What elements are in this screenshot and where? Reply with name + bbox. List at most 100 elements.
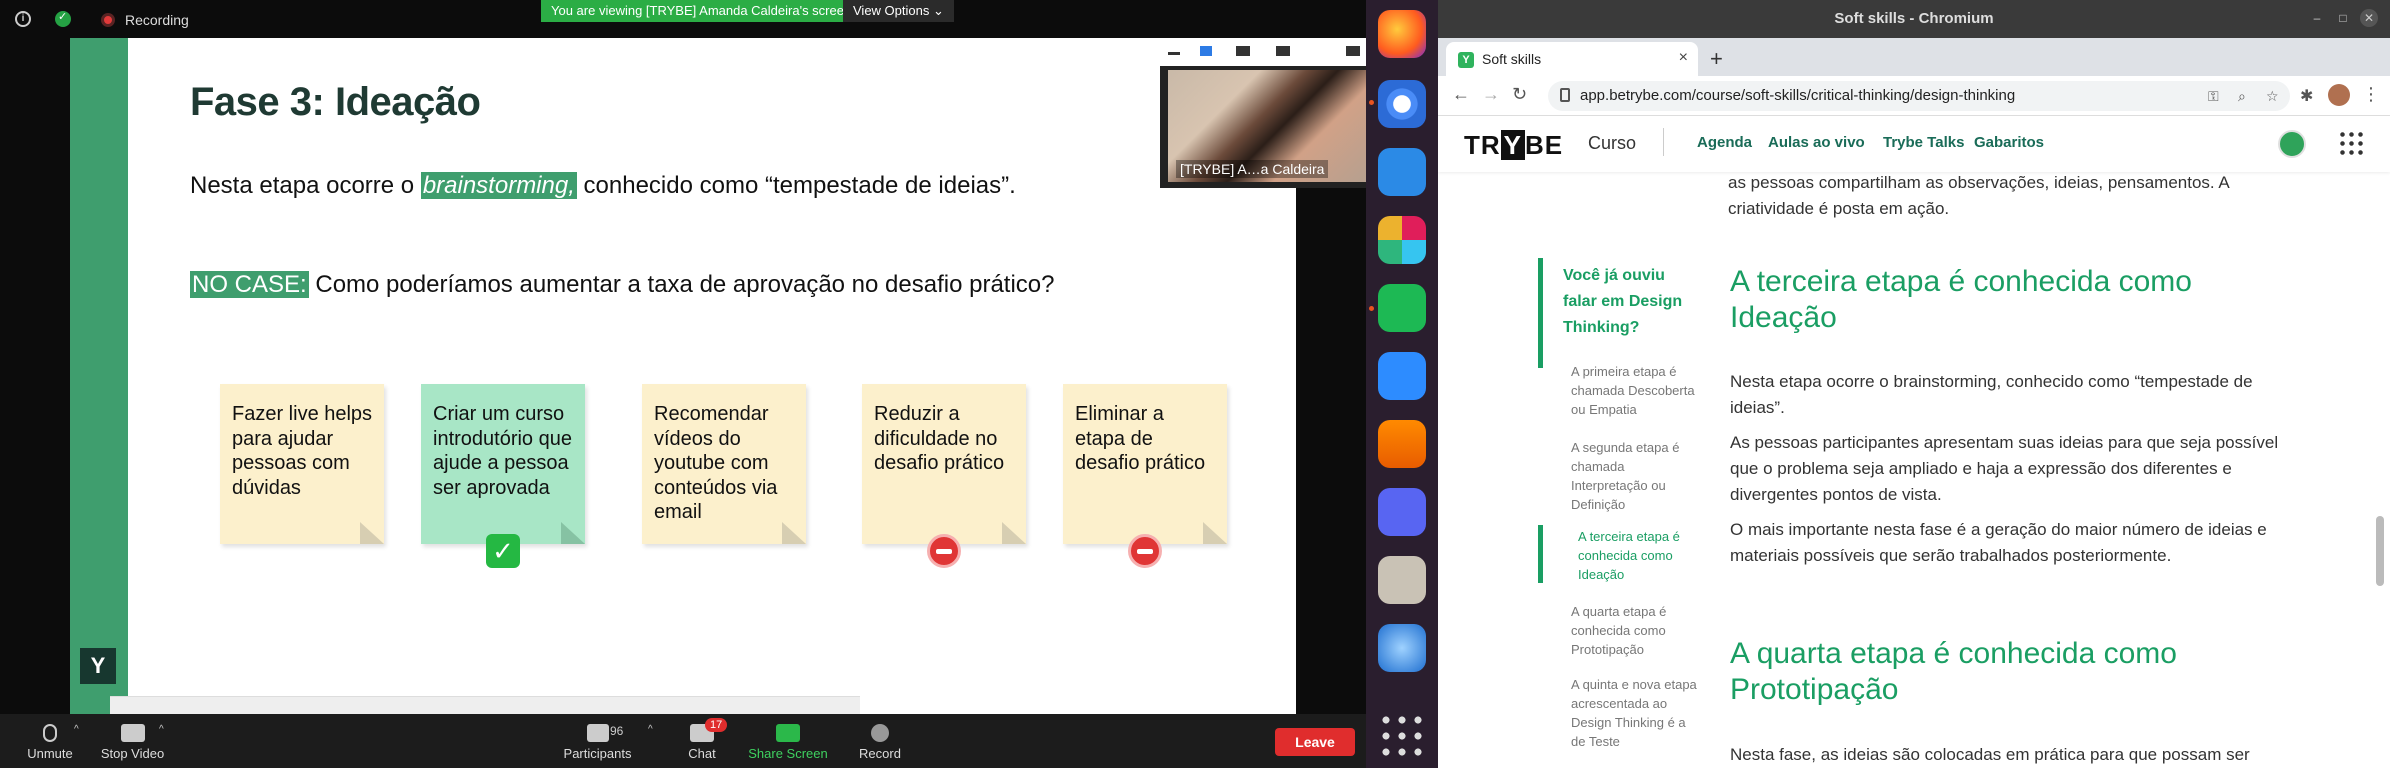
sticky-note: Eliminar a etapa de desafio prático <box>1063 384 1227 568</box>
toc-title[interactable]: Você já ouviu falar em Design Thinking? <box>1563 263 1698 341</box>
video-camera-icon <box>120 724 145 742</box>
participants-button[interactable]: Participants <box>560 714 635 768</box>
profile-avatar[interactable] <box>2328 84 2350 106</box>
window-title: Soft skills - Chromium <box>1834 10 1994 27</box>
trybe-logo[interactable]: TR Y BE <box>1464 130 1563 161</box>
toc-item[interactable]: A primeira etapa é chamada Descoberta ou… <box>1571 362 1701 419</box>
slack-icon[interactable] <box>1378 216 1426 264</box>
paragraph: as pessoas compartilham as observações, … <box>1728 173 2229 218</box>
maximize-icon[interactable]: □ <box>2334 9 2352 27</box>
user-avatar[interactable] <box>2278 130 2306 158</box>
recording-label: Recording <box>125 12 189 28</box>
tab-soft-skills[interactable]: Y Soft skills × <box>1446 42 1698 76</box>
expand-icon[interactable] <box>1346 46 1360 56</box>
page-scrollbar[interactable] <box>2376 516 2384 586</box>
sticky-note: Recomendar vídeos do youtube com conteúd… <box>642 384 806 544</box>
nav-trybe-talks[interactable]: Trybe Talks <box>1883 134 1964 151</box>
no-entry-icon <box>927 534 961 568</box>
vscode-icon[interactable] <box>1378 148 1426 196</box>
ubuntu-dock <box>1366 0 1438 768</box>
lock-icon[interactable] <box>1560 88 1570 102</box>
tab-title: Soft skills <box>1482 51 1542 67</box>
thunderbird-icon[interactable] <box>1378 624 1426 672</box>
note-fold <box>360 522 384 544</box>
bookmark-star-icon[interactable]: ☆ <box>2266 88 2279 105</box>
shared-slide: Y Fase 3: Ideação Nesta etapa ocorre o b… <box>70 38 1296 714</box>
firefox-icon[interactable] <box>1378 10 1426 58</box>
note-text: Fazer live helps para ajudar pessoas com… <box>232 403 373 499</box>
toc-active-indicator <box>1538 525 1543 583</box>
stop-video-button[interactable]: Stop Video <box>95 714 170 768</box>
address-bar[interactable]: app.betrybe.com/course/soft-skills/criti… <box>1548 81 2290 111</box>
new-tab-icon[interactable]: + <box>1710 46 1723 72</box>
share-screen-button[interactable]: Share Screen <box>748 714 828 768</box>
toc-item[interactable]: A quinta e nova etapa acrescentada ao De… <box>1571 675 1701 751</box>
nav-curso[interactable]: Curso <box>1588 133 1636 154</box>
record-button[interactable]: Record <box>858 714 902 768</box>
extensions-puzzle-icon[interactable]: ✱ <box>2300 86 2313 106</box>
participants-label: Participants <box>563 746 632 761</box>
zoom-icon[interactable] <box>1378 352 1426 400</box>
check-mark-icon: ✓ <box>486 534 520 568</box>
note-fold <box>782 522 806 544</box>
note-text: Criar um curso introdutório que ajude a … <box>433 403 572 499</box>
kebab-menu-icon[interactable]: ⋮ <box>2362 84 2380 105</box>
sticky-note: Criar um curso introdutório que ajude a … <box>421 384 585 568</box>
tab-close-icon[interactable]: × <box>1679 49 1688 67</box>
sticky-note: Fazer live helps para ajudar pessoas com… <box>220 384 384 544</box>
speaker-view-icon[interactable] <box>1200 46 1212 56</box>
running-indicator <box>1369 100 1374 105</box>
forward-icon[interactable]: → <box>1482 84 1500 105</box>
chromium-icon[interactable] <box>1378 80 1426 128</box>
reload-icon[interactable]: ↻ <box>1512 84 1527 105</box>
participants-caret-icon[interactable]: ^ <box>648 724 653 735</box>
browser-toolbar: ← → ↻ app.betrybe.com/course/soft-skills… <box>1438 76 2390 116</box>
participant-name: [TRYBE] A…a Caldeira <box>1176 160 1329 178</box>
section-heading: A quarta etapa é conhecida como Prototip… <box>1730 637 2177 706</box>
window-title-bar: Soft skills - Chromium – □ ✕ <box>1438 0 2390 38</box>
video-thumbnail[interactable]: [TRYBE] A…a Caldeira <box>1160 38 1366 188</box>
audio-options-caret-icon[interactable]: ^ <box>74 724 79 735</box>
line1-post: conhecido como “tempestade de ideias”. <box>576 172 1016 199</box>
slide-line-1: Nesta etapa ocorre o brainstorming, conh… <box>190 172 1016 200</box>
toc-item[interactable]: A segunda etapa é chamada Interpretação … <box>1571 438 1701 514</box>
leave-button[interactable]: Leave <box>1275 728 1355 756</box>
encryption-shield-icon[interactable] <box>55 10 71 27</box>
minimize-icon[interactable]: – <box>2308 9 2326 27</box>
vlc-icon[interactable] <box>1378 420 1426 468</box>
unmute-button[interactable]: Unmute <box>20 714 80 768</box>
lesson-content: as pessoas compartilham as observações, … <box>1438 172 2390 768</box>
url-text: app.betrybe.com/course/soft-skills/criti… <box>1580 87 2016 104</box>
paragraph: As pessoas participantes apresentam suas… <box>1730 433 2279 504</box>
chromium-window: Soft skills - Chromium – □ ✕ Y Soft skil… <box>1438 0 2390 768</box>
toc-item-active[interactable]: A terceira etapa é conhecida como Ideaçã… <box>1578 527 1708 584</box>
minimize-icon[interactable] <box>1168 52 1180 55</box>
show-apps-icon[interactable] <box>1378 712 1426 760</box>
zoom-magnifier-icon[interactable]: ⌕ <box>2238 88 2246 105</box>
discord-icon[interactable] <box>1378 488 1426 536</box>
note-fold <box>561 522 585 544</box>
zoom-control-bar: Unmute Stop Video Participants 96 Chat S… <box>0 714 1366 768</box>
apps-grid-icon[interactable] <box>2338 130 2364 156</box>
record-label: Record <box>859 746 901 761</box>
view-options-button[interactable]: View Options ⌄ <box>843 0 954 22</box>
simplenote-icon[interactable] <box>1378 284 1426 332</box>
nav-gabaritos[interactable]: Gabaritos <box>1974 134 2044 151</box>
close-icon[interactable]: ✕ <box>2360 9 2378 27</box>
strip-view-icon[interactable] <box>1236 46 1250 56</box>
key-icon[interactable]: ⚿ <box>2208 88 2219 105</box>
back-icon[interactable]: ← <box>1452 84 1470 105</box>
slide-side-bar <box>70 38 128 714</box>
gallery-view-icon[interactable] <box>1276 46 1290 56</box>
files-icon[interactable] <box>1378 556 1426 604</box>
participants-icon <box>586 724 609 742</box>
presenter-toolbar <box>110 696 860 714</box>
toc-item[interactable]: A quarta etapa é conhecida como Prototip… <box>1571 602 1701 659</box>
nav-agenda[interactable]: Agenda <box>1697 134 1752 151</box>
info-icon[interactable]: i <box>15 11 31 27</box>
nav-aulas-ao-vivo[interactable]: Aulas ao vivo <box>1768 134 1865 151</box>
viewing-banner: You are viewing [TRYBE] Amanda Caldeira'… <box>541 0 862 22</box>
video-options-caret-icon[interactable]: ^ <box>159 724 164 735</box>
toc-indicator <box>1538 258 1543 368</box>
note-text: Reduzir a dificuldade no desafio prático <box>874 403 1005 474</box>
